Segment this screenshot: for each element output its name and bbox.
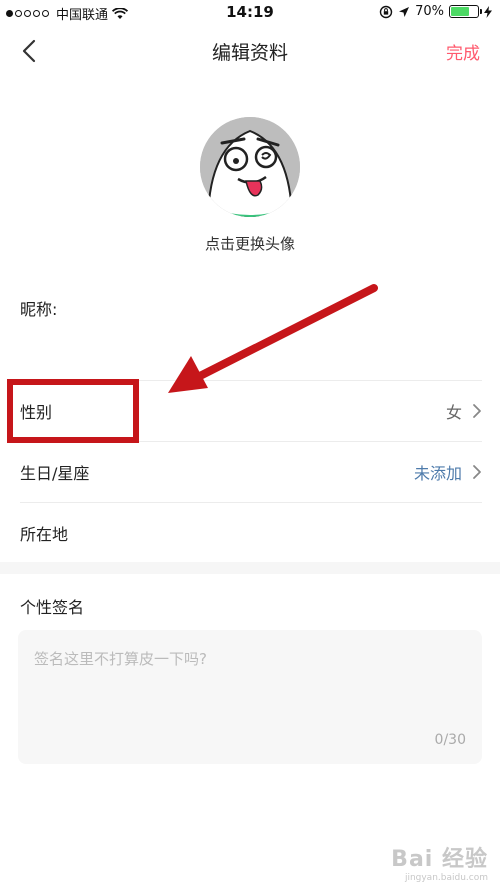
battery-icon bbox=[449, 5, 482, 18]
page-title: 编辑资料 bbox=[211, 42, 288, 64]
birthday-value-group: 未添加 bbox=[414, 460, 482, 484]
charging-bolt-icon bbox=[484, 5, 492, 18]
annotation-highlight-box bbox=[7, 379, 139, 443]
birthday-row[interactable]: 生日/星座 未添加 bbox=[20, 442, 482, 502]
location-row[interactable]: 所在地 bbox=[20, 503, 482, 563]
signature-input[interactable]: 签名这里不打算皮一下吗? 0/30 bbox=[18, 630, 482, 764]
watermark-main: Bai 经验 bbox=[391, 847, 488, 872]
signature-title: 个性签名 bbox=[20, 598, 85, 617]
nickname-label: 昵称: bbox=[20, 300, 58, 319]
done-button[interactable]: 完成 bbox=[446, 39, 480, 64]
birthday-label: 生日/星座 bbox=[20, 464, 90, 483]
signature-char-counter: 0/30 bbox=[434, 732, 466, 748]
chevron-right-icon bbox=[473, 404, 481, 418]
nav-bar: 编辑资料 完成 bbox=[0, 26, 500, 78]
battery-fill bbox=[451, 7, 470, 16]
baidu-watermark: Bai 经验 jingyan.baidu.com bbox=[391, 841, 488, 883]
gender-value: 女 bbox=[445, 403, 462, 422]
birthday-value: 未添加 bbox=[413, 464, 462, 483]
chevron-right-icon bbox=[473, 465, 481, 479]
rotation-lock-icon bbox=[379, 5, 393, 18]
status-bar: 中国联通 14:19 70% bbox=[0, 0, 500, 26]
signature-placeholder: 签名这里不打算皮一下吗? bbox=[34, 650, 207, 668]
battery-percent: 70% bbox=[415, 4, 444, 19]
section-separator bbox=[0, 562, 500, 574]
cartoon-face-icon bbox=[200, 117, 300, 217]
change-avatar-label[interactable]: 点击更换头像 bbox=[0, 233, 500, 254]
gender-value-group: 女 bbox=[446, 399, 482, 423]
nickname-row[interactable]: 昵称: bbox=[20, 278, 482, 338]
avatar[interactable] bbox=[200, 117, 300, 217]
status-right: 70% bbox=[379, 4, 492, 19]
location-arrow-icon bbox=[399, 6, 410, 17]
location-label: 所在地 bbox=[20, 525, 69, 544]
watermark-url: jingyan.baidu.com bbox=[404, 873, 488, 883]
